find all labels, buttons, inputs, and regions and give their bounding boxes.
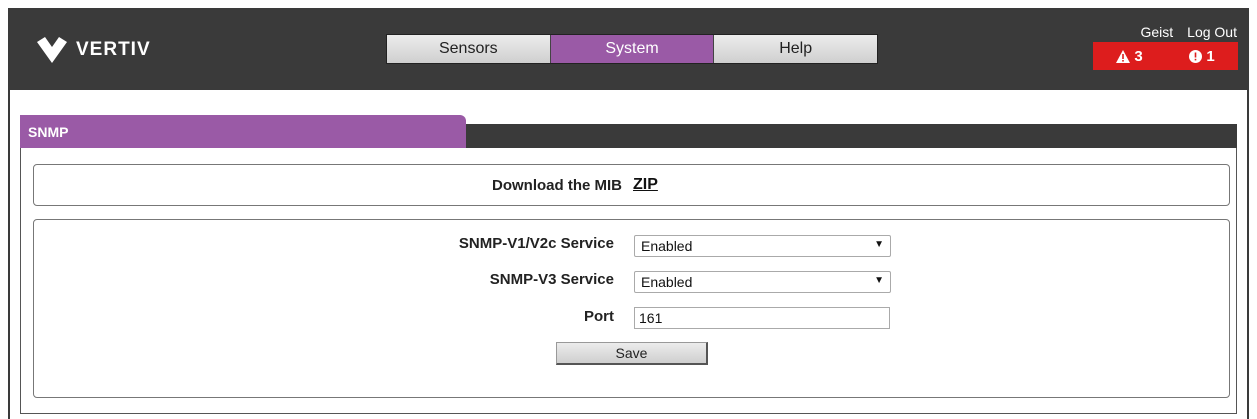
vertiv-chevron-icon xyxy=(37,37,67,63)
top-header: VERTIV Sensors System Help Geist Log Out xyxy=(10,8,1247,90)
save-button[interactable]: Save xyxy=(556,342,708,365)
critical-count: 1 xyxy=(1206,47,1215,65)
snmp-v1v2c-label: SNMP-V1/V2c Service xyxy=(458,235,614,252)
brand-name: VERTIV xyxy=(76,39,151,60)
tab-system[interactable]: System xyxy=(550,35,715,63)
snmp-v1v2c-select[interactable]: Enabled ▼ xyxy=(634,235,891,257)
alert-badges: 3 1 xyxy=(1093,42,1238,70)
section-tab-snmp[interactable]: SNMP xyxy=(20,115,466,148)
mib-download-box xyxy=(33,164,1230,206)
logout-link[interactable]: Log Out xyxy=(1187,24,1237,40)
port-label: Port xyxy=(584,308,614,325)
warning-alert-badge[interactable]: 3 xyxy=(1116,47,1143,65)
tab-help[interactable]: Help xyxy=(714,35,878,63)
snmp-v3-label: SNMP-V3 Service xyxy=(489,271,614,288)
user-links: Geist Log Out xyxy=(1140,24,1237,40)
exclamation-circle-icon xyxy=(1189,49,1203,63)
vertiv-logo[interactable]: VERTIV xyxy=(36,36,151,64)
mib-zip-link[interactable]: ZIP xyxy=(633,176,658,194)
warning-count: 3 xyxy=(1134,47,1143,65)
port-input[interactable]: 161 xyxy=(634,307,890,329)
tab-sensors[interactable]: Sensors xyxy=(387,35,551,63)
critical-alert-badge[interactable]: 1 xyxy=(1189,47,1215,65)
dropdown-arrow-icon: ▼ xyxy=(874,239,884,250)
mib-label: Download the MIB xyxy=(492,177,622,194)
section-tabbar: SNMP xyxy=(20,115,1237,148)
snmp-v1v2c-value: Enabled xyxy=(641,238,693,254)
main-nav: Sensors System Help xyxy=(386,34,878,64)
user-name-link[interactable]: Geist xyxy=(1140,24,1173,40)
snmp-v3-select[interactable]: Enabled ▼ xyxy=(634,271,891,293)
warning-triangle-icon xyxy=(1116,49,1131,63)
dropdown-arrow-icon: ▼ xyxy=(874,275,884,286)
snmp-settings-box xyxy=(33,219,1230,398)
snmp-v3-value: Enabled xyxy=(641,274,693,290)
